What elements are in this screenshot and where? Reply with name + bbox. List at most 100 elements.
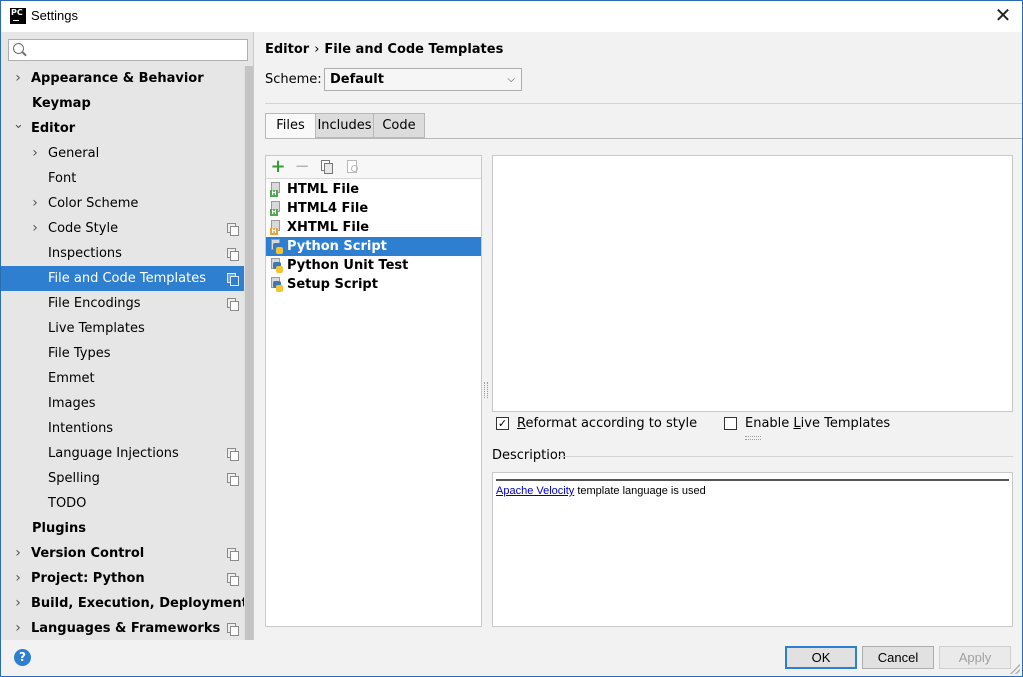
template-item-html-file[interactable]: H HTML File xyxy=(266,180,481,199)
sidebar-item-file-and-code-templates[interactable]: File and Code Templates xyxy=(1,266,244,291)
chevron-right-icon[interactable]: › xyxy=(13,591,23,616)
sidebar-item-language-injections[interactable]: Language Injections xyxy=(1,441,244,466)
title-bar[interactable]: PC Settings ✕ xyxy=(1,1,1022,32)
sidebar-item-spelling[interactable]: Spelling xyxy=(1,466,244,491)
apply-button[interactable]: Apply xyxy=(939,646,1011,669)
chevron-right-icon[interactable]: › xyxy=(30,191,40,216)
help-button[interactable]: ? xyxy=(14,649,31,666)
reset-icon-circle xyxy=(351,165,358,172)
python-file-icon xyxy=(270,277,283,292)
sidebar-item-editor[interactable]: ⌄ Editor xyxy=(1,116,244,141)
sidebar-item-file-types[interactable]: File Types xyxy=(1,341,244,366)
sidebar-item-label: Emmet xyxy=(48,371,95,386)
vertical-splitter-handle[interactable] xyxy=(484,382,488,398)
scheme-dropdown[interactable]: Default ⌵ xyxy=(324,68,522,91)
live-templates-option[interactable]: Enable Live Templates xyxy=(724,416,890,432)
reset-template-button[interactable] xyxy=(344,158,362,176)
settings-search-input[interactable] xyxy=(29,41,243,59)
sidebar-item-label: File and Code Templates xyxy=(48,271,206,286)
template-editor[interactable] xyxy=(492,155,1013,412)
template-item-setup-script[interactable]: Setup Script xyxy=(266,275,481,294)
sidebar-item-color-scheme[interactable]: › Color Scheme xyxy=(1,191,244,216)
template-item-python-unit-test[interactable]: Python Unit Test xyxy=(266,256,481,275)
scheme-selected-value: Default xyxy=(330,72,384,87)
sidebar-item-file-encodings[interactable]: File Encodings xyxy=(1,291,244,316)
cancel-button[interactable]: Cancel xyxy=(862,646,934,669)
templates-list: H HTML File H HTML4 File H XHTML File Python S… xyxy=(266,180,481,294)
template-item-xhtml-file[interactable]: H XHTML File xyxy=(266,218,481,237)
close-button[interactable]: ✕ xyxy=(992,5,1014,27)
reformat-checkbox[interactable]: ✓ xyxy=(496,417,509,430)
sidebar-item-label: TODO xyxy=(48,496,87,511)
live-templates-label-rest: ive Templates xyxy=(800,416,891,431)
sidebar-item-todo[interactable]: TODO xyxy=(1,491,244,516)
chevron-right-icon[interactable]: › xyxy=(13,616,23,641)
sidebar-item-live-templates[interactable]: Live Templates xyxy=(1,316,244,341)
templates-list-panel: + − H HTML File H HTML4 File H XHTML File Pyth… xyxy=(265,155,482,627)
sidebar-item-general[interactable]: › General xyxy=(1,141,244,166)
chevron-down-icon: ⌵ xyxy=(507,74,515,85)
sidebar-item-plugins[interactable]: Plugins xyxy=(1,516,244,541)
sidebar-item-keymap[interactable]: Keymap xyxy=(1,91,244,116)
sidebar-item-label: Images xyxy=(48,396,96,411)
live-templates-checkbox[interactable] xyxy=(724,417,737,430)
sidebar-scrollbar-thumb[interactable] xyxy=(245,66,253,640)
tab-includes[interactable]: Includes xyxy=(315,113,374,138)
project-scope-icon xyxy=(227,448,239,461)
sidebar-item-version-control[interactable]: › Version Control xyxy=(1,541,244,566)
sidebar-item-inspections[interactable]: Inspections xyxy=(1,241,244,266)
settings-search-box[interactable] xyxy=(8,39,248,61)
sidebar-item-label: Inspections xyxy=(48,246,122,261)
project-scope-icon xyxy=(227,248,239,261)
template-item-python-script[interactable]: Python Script xyxy=(266,237,481,256)
copy-icon-front xyxy=(324,163,333,174)
sidebar-item-label: Version Control xyxy=(31,546,145,561)
sidebar-item-label: Intentions xyxy=(48,421,114,436)
sidebar-item-label: File Types xyxy=(48,346,111,361)
sidebar-item-emmet[interactable]: Emmet xyxy=(1,366,244,391)
reformat-label-rest: eformat according to style xyxy=(525,416,698,431)
sidebar-item-images[interactable]: Images xyxy=(1,391,244,416)
sidebar-item-project-python[interactable]: › Project: Python xyxy=(1,566,244,591)
sidebar-item-languages-frameworks[interactable]: › Languages & Frameworks xyxy=(1,616,244,641)
horizontal-splitter-handle[interactable] xyxy=(745,436,761,440)
description-panel: Apache Velocity template language is use… xyxy=(492,472,1013,627)
chevron-right-icon[interactable]: › xyxy=(13,541,23,566)
remove-template-button[interactable]: − xyxy=(293,158,311,176)
settings-main-panel: Editor › File and Code Templates Scheme: D… xyxy=(255,32,1022,640)
ok-button[interactable]: OK xyxy=(785,646,857,669)
add-template-button[interactable]: + xyxy=(269,158,287,176)
sidebar-item-code-style[interactable]: › Code Style xyxy=(1,216,244,241)
chevron-right-icon[interactable]: › xyxy=(30,216,40,241)
tab-files[interactable]: Files xyxy=(265,113,316,139)
sidebar-item-intentions[interactable]: Intentions xyxy=(1,416,244,441)
sidebar-item-label: Project: Python xyxy=(31,571,145,586)
project-scope-icon xyxy=(227,298,239,311)
sidebar-item-build-execution-deployment[interactable]: › Build, Execution, Deployment xyxy=(1,591,248,616)
description-separator xyxy=(559,456,1013,457)
chevron-right-icon[interactable]: › xyxy=(13,566,23,591)
sidebar-item-label: Code Style xyxy=(48,221,119,236)
breadcrumb-item-editor: Editor xyxy=(265,42,310,57)
copy-template-button[interactable] xyxy=(318,158,336,176)
description-label: Description xyxy=(492,448,567,463)
sidebar-item-appearance-behavior[interactable]: › Appearance & Behavior xyxy=(1,66,244,91)
sidebar-scrollbar[interactable] xyxy=(244,66,253,640)
breadcrumb-separator: › xyxy=(314,42,320,57)
chevron-right-icon[interactable]: › xyxy=(30,141,40,166)
chevron-down-icon[interactable]: ⌄ xyxy=(13,112,24,137)
project-scope-icon xyxy=(227,573,239,586)
sidebar-item-label: Font xyxy=(48,171,77,186)
breadcrumb: Editor › File and Code Templates xyxy=(265,42,503,57)
live-templates-label: Enable Live Templates xyxy=(745,416,890,432)
resize-grip[interactable] xyxy=(1010,664,1020,674)
reformat-option[interactable]: ✓ Reformat according to style xyxy=(496,416,698,432)
chevron-right-icon[interactable]: › xyxy=(13,66,23,91)
apache-velocity-link[interactable]: Apache Velocity xyxy=(496,485,574,497)
template-item-html4-file[interactable]: H HTML4 File xyxy=(266,199,481,218)
template-item-label: Setup Script xyxy=(287,277,378,292)
tab-code[interactable]: Code xyxy=(373,113,425,138)
template-item-label: HTML File xyxy=(287,182,360,197)
sidebar-item-label: General xyxy=(48,146,100,161)
sidebar-item-font[interactable]: Font xyxy=(1,166,244,191)
